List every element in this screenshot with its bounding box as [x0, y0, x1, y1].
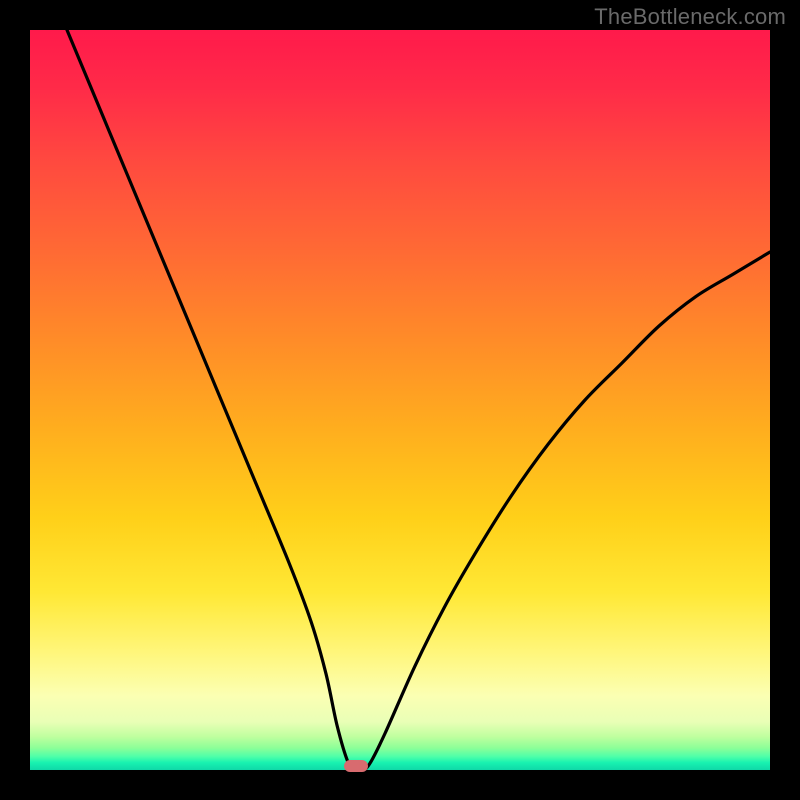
watermark-text: TheBottleneck.com — [594, 4, 786, 30]
curve-layer — [30, 30, 770, 770]
optimal-marker — [344, 760, 368, 772]
plot-area — [30, 30, 770, 770]
outer-frame: TheBottleneck.com — [0, 0, 800, 800]
bottleneck-curve — [67, 30, 770, 770]
